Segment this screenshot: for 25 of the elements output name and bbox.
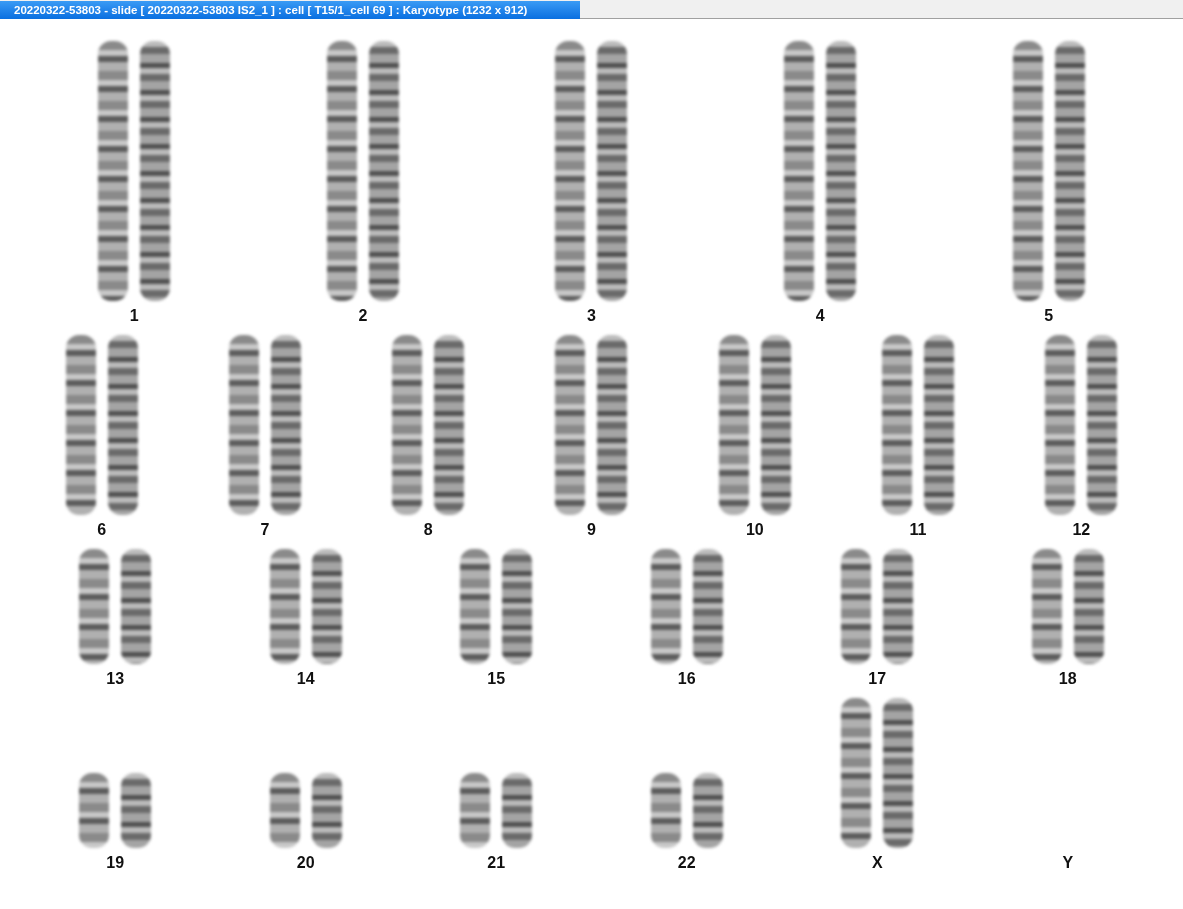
chromosome-label: 21 — [487, 854, 506, 872]
chromosome-label: 14 — [296, 670, 315, 688]
chromosome-label: 9 — [587, 521, 596, 539]
chromosome-label: 20 — [296, 854, 315, 872]
chromosome-label: 19 — [106, 854, 125, 872]
chromosome-label: 10 — [745, 521, 764, 539]
chromosome-label: 18 — [1058, 670, 1077, 688]
chromosome-label: 7 — [260, 521, 270, 539]
chromosome-label: 4 — [815, 307, 825, 325]
window-title: 20220322-53803 - slide [ 20220322-53803 IS2_1 ] : cell [ T15/1_cell 69 ] : Karyotype (1232 x 912) — [0, 1, 580, 19]
chromosome-label: 16 — [677, 670, 696, 688]
chromosome-label: 2 — [358, 307, 368, 325]
chromosome-label: 1 — [129, 307, 139, 325]
chromosome-label: 5 — [1044, 307, 1054, 325]
chromosome-label: 11 — [909, 521, 927, 539]
chromosome-label: 13 — [106, 670, 125, 688]
chromosome-label: 17 — [868, 670, 887, 688]
chromosome-label: X — [871, 854, 883, 872]
chromosome-label: 15 — [487, 670, 506, 688]
chromosome-label: 3 — [587, 307, 596, 325]
chromosome-label: 8 — [423, 521, 433, 539]
chromosome-label: 12 — [1072, 521, 1091, 539]
chromosome-label: 22 — [677, 854, 696, 872]
chromosome-label: 6 — [97, 521, 107, 539]
chromosome-label: Y — [1062, 854, 1074, 872]
